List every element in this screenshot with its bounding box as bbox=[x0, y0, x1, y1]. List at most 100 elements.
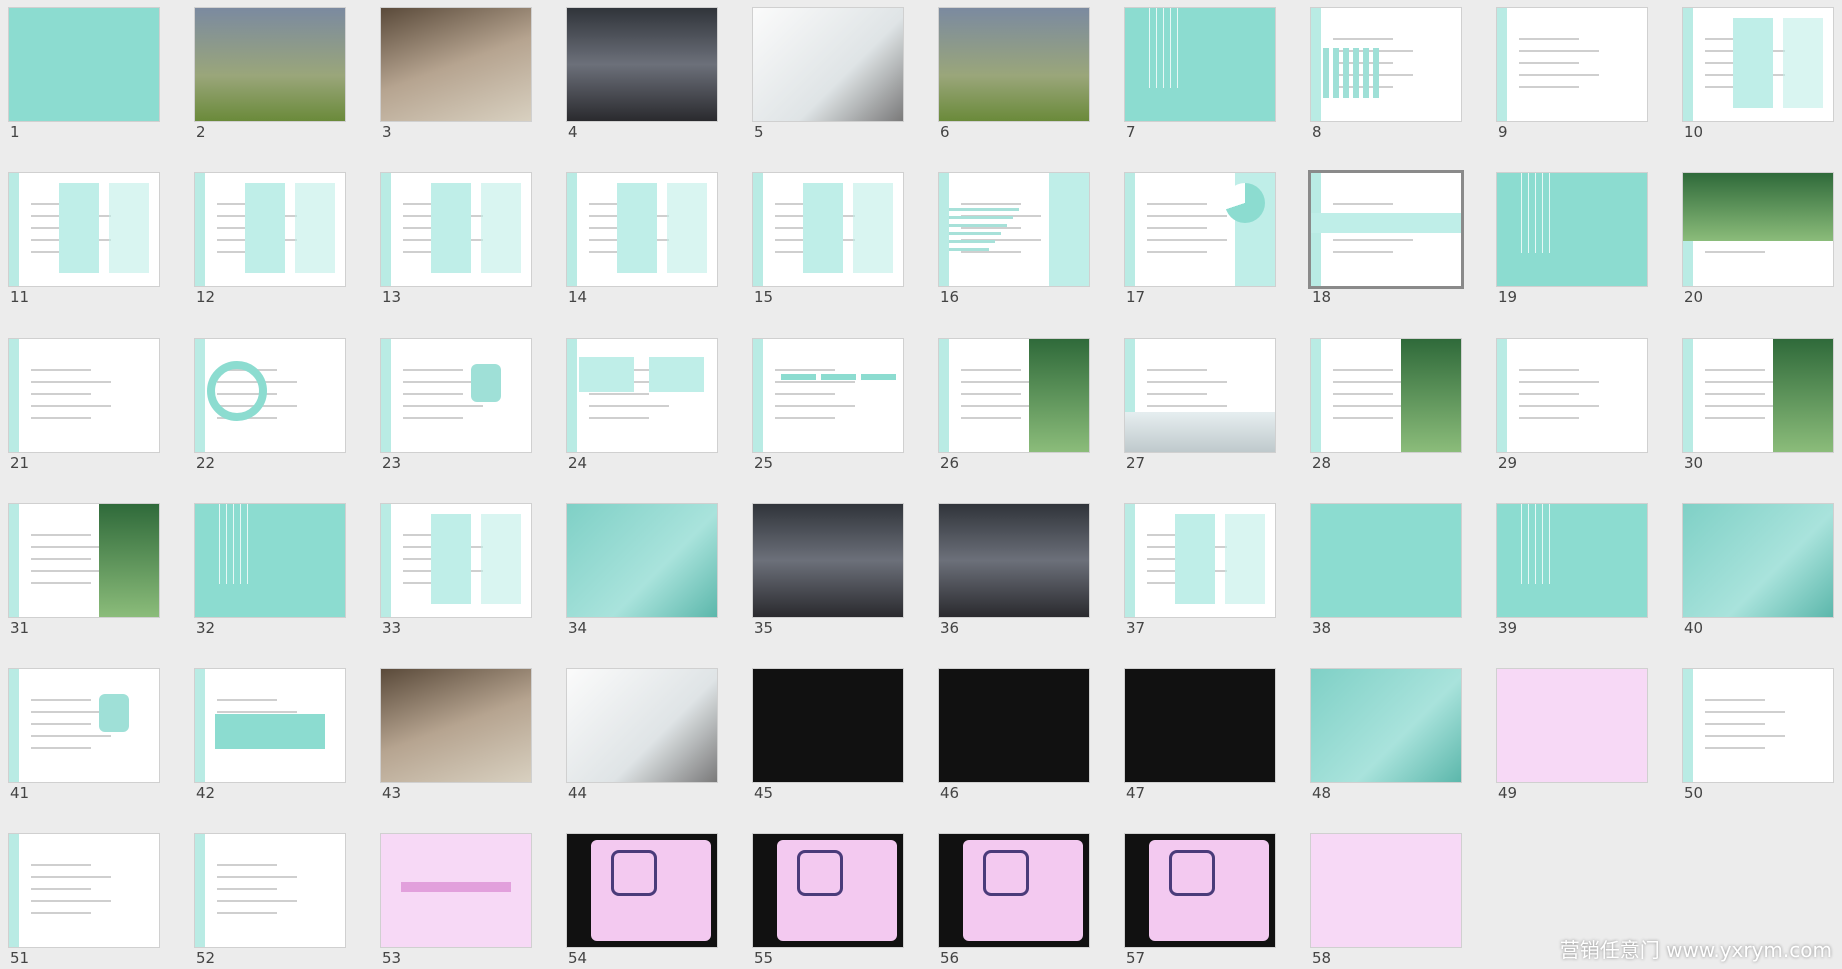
sticker-panel bbox=[1149, 840, 1269, 941]
slide-thumbnail[interactable] bbox=[381, 8, 531, 121]
slide-thumbnail[interactable] bbox=[1683, 173, 1833, 286]
slide-thumbnail[interactable] bbox=[567, 669, 717, 782]
slide-number-label: 17 bbox=[1126, 288, 1146, 306]
slide-number-label: 42 bbox=[196, 784, 216, 802]
horizontal-bar bbox=[949, 232, 1001, 235]
slide-number-label: 37 bbox=[1126, 619, 1146, 637]
text-line bbox=[1705, 723, 1765, 725]
watermark: 营销任意门 www.yxrym.com bbox=[1559, 938, 1832, 962]
horizontal-bar bbox=[949, 248, 989, 251]
slide-thumbnail[interactable] bbox=[1497, 669, 1647, 782]
slide-thumbnail[interactable] bbox=[753, 339, 903, 452]
slide-thumbnail[interactable] bbox=[1311, 173, 1461, 286]
left-accent-strip bbox=[1125, 504, 1135, 617]
text-line bbox=[961, 417, 1021, 419]
slide-thumbnail[interactable] bbox=[1683, 504, 1833, 617]
slide-thumbnail[interactable] bbox=[9, 173, 159, 286]
slide-thumbnail[interactable] bbox=[1125, 834, 1275, 947]
slide-thumbnail[interactable] bbox=[753, 834, 903, 947]
slide-thumbnail[interactable] bbox=[1311, 669, 1461, 782]
slide-thumbnail[interactable] bbox=[567, 834, 717, 947]
slide-thumbnail[interactable] bbox=[1125, 504, 1275, 617]
slide-thumbnail[interactable] bbox=[939, 173, 1089, 286]
slide-thumbnail[interactable] bbox=[9, 339, 159, 452]
slide-thumbnail[interactable] bbox=[939, 669, 1089, 782]
slide-number-label: 55 bbox=[754, 949, 774, 967]
slide-thumbnail[interactable] bbox=[567, 504, 717, 617]
slide-thumbnail[interactable] bbox=[1125, 8, 1275, 121]
text-line bbox=[217, 888, 277, 890]
slide-thumbnail[interactable] bbox=[939, 339, 1089, 452]
slide-thumbnail[interactable] bbox=[939, 504, 1089, 617]
slide-thumbnail[interactable] bbox=[195, 173, 345, 286]
left-accent-strip bbox=[1497, 339, 1507, 452]
slide-thumbnail[interactable] bbox=[9, 504, 159, 617]
slide-thumbnail[interactable] bbox=[1683, 669, 1833, 782]
slide-thumbnail[interactable] bbox=[1125, 339, 1275, 452]
slide-thumbnail[interactable] bbox=[1497, 8, 1647, 121]
table-column bbox=[481, 514, 521, 604]
slide-thumbnail[interactable] bbox=[381, 504, 531, 617]
highlight-column bbox=[431, 183, 471, 273]
left-accent-strip bbox=[567, 339, 577, 452]
slide-thumbnail[interactable] bbox=[753, 669, 903, 782]
table-column bbox=[295, 183, 335, 273]
photo-panel bbox=[1773, 339, 1833, 452]
slide-thumbnail[interactable] bbox=[1311, 339, 1461, 452]
table-column bbox=[481, 183, 521, 273]
slide-thumbnail[interactable] bbox=[195, 669, 345, 782]
slide-thumbnail[interactable] bbox=[381, 173, 531, 286]
slide-thumbnail[interactable] bbox=[567, 8, 717, 121]
arrow-step bbox=[781, 374, 816, 380]
text-line bbox=[31, 417, 91, 419]
slide-thumbnail[interactable] bbox=[567, 339, 717, 452]
slide-thumbnail[interactable] bbox=[381, 834, 531, 947]
slide-thumbnail[interactable] bbox=[381, 669, 531, 782]
slide-thumbnail[interactable] bbox=[753, 504, 903, 617]
left-accent-strip bbox=[9, 504, 19, 617]
slide-thumbnail[interactable] bbox=[939, 8, 1089, 121]
text-line bbox=[403, 393, 463, 395]
text-line bbox=[31, 900, 111, 902]
slide-number-label: 26 bbox=[940, 454, 960, 472]
slide-thumbnail[interactable] bbox=[1311, 8, 1461, 121]
slide-number-label: 44 bbox=[568, 784, 588, 802]
slide-thumbnail[interactable] bbox=[1497, 339, 1647, 452]
slide-thumbnail[interactable] bbox=[9, 669, 159, 782]
slide-thumbnail[interactable] bbox=[1311, 834, 1461, 947]
text-line bbox=[775, 381, 855, 383]
table-column bbox=[109, 183, 149, 273]
slide-thumbnail[interactable] bbox=[567, 173, 717, 286]
sticker-panel bbox=[963, 840, 1083, 941]
circle-diagram bbox=[207, 361, 267, 421]
text-line bbox=[1519, 86, 1579, 88]
text-line bbox=[775, 393, 835, 395]
text-line bbox=[775, 405, 855, 407]
text-line bbox=[1519, 393, 1579, 395]
sticker-outline bbox=[611, 850, 657, 896]
slide-thumbnail[interactable] bbox=[195, 504, 345, 617]
slide-thumbnail[interactable] bbox=[1125, 669, 1275, 782]
slide-thumbnail[interactable] bbox=[939, 834, 1089, 947]
slide-thumbnail[interactable] bbox=[195, 339, 345, 452]
slide-thumbnail[interactable] bbox=[753, 8, 903, 121]
slide-thumbnail[interactable] bbox=[195, 8, 345, 121]
slide-thumbnail[interactable] bbox=[1497, 504, 1647, 617]
text-line bbox=[1147, 239, 1227, 241]
slide-thumbnail[interactable] bbox=[195, 834, 345, 947]
slide-thumbnail[interactable] bbox=[9, 834, 159, 947]
slide-number-label: 18 bbox=[1312, 288, 1332, 306]
slide-number-label: 54 bbox=[568, 949, 588, 967]
slide-thumbnail[interactable] bbox=[9, 8, 159, 121]
slide-number-label: 53 bbox=[382, 949, 402, 967]
left-accent-strip bbox=[381, 504, 391, 617]
slide-thumbnail[interactable] bbox=[1683, 339, 1833, 452]
slide-thumbnail[interactable] bbox=[1125, 173, 1275, 286]
photo-panel bbox=[1029, 339, 1089, 452]
slide-thumbnail[interactable] bbox=[753, 173, 903, 286]
slide-thumbnail[interactable] bbox=[1497, 173, 1647, 286]
slide-thumbnail[interactable] bbox=[1683, 8, 1833, 121]
product-strip bbox=[215, 714, 325, 749]
slide-thumbnail[interactable] bbox=[381, 339, 531, 452]
slide-thumbnail[interactable] bbox=[1311, 504, 1461, 617]
